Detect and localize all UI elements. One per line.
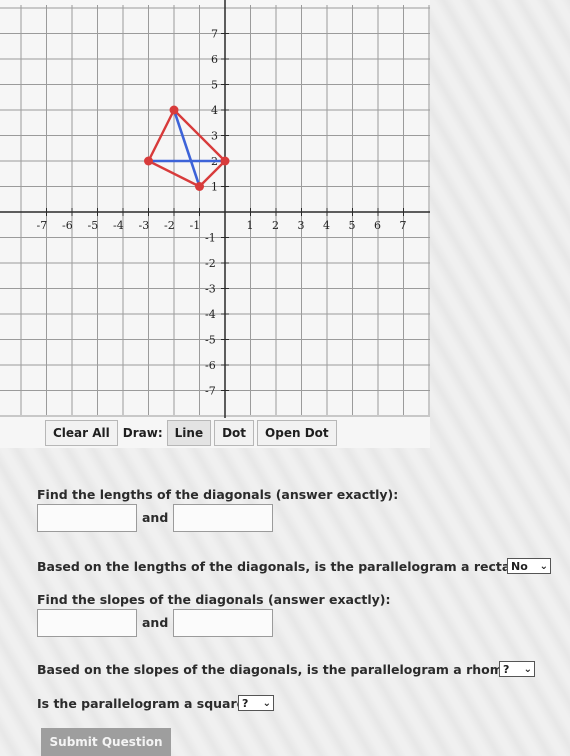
y-tick-label: 7: [211, 28, 218, 41]
y-tick-label: -6: [205, 359, 216, 372]
y-tick-label: -7: [205, 385, 216, 398]
x-tick-label: 7: [400, 219, 407, 232]
question-square: Is the parallelogram a square?: [37, 696, 253, 711]
x-tick-label: -7: [37, 219, 48, 232]
square-select[interactable]: ? ⌄: [238, 695, 274, 711]
x-tick-label: 5: [349, 219, 356, 232]
y-tick-label: 3: [211, 130, 218, 143]
draw-label: Draw:: [122, 426, 163, 440]
vertex-point: [220, 156, 230, 166]
graph-toolbar: Clear All Draw: Line Dot Open Dot: [45, 420, 340, 446]
x-tick-label: -3: [139, 219, 150, 232]
rectangle-select[interactable]: No ⌄: [507, 558, 551, 574]
question-rhombus: Based on the slopes of the diagonals, is…: [37, 662, 536, 677]
x-tick-label: 4: [323, 219, 330, 232]
y-tick-label: 5: [211, 79, 218, 92]
coordinate-graph[interactable]: -7-6-5-4-3-2-112345677654321-1-2-3-4-5-6…: [0, 0, 430, 420]
question-diagonal-lengths: Find the lengths of the diagonals (answe…: [37, 487, 399, 502]
diagonal-length-1-input[interactable]: [37, 504, 137, 532]
graph-panel: -7-6-5-4-3-2-112345677654321-1-2-3-4-5-6…: [0, 0, 430, 448]
y-tick-label: -5: [205, 334, 216, 347]
question-diagonal-slopes: Find the slopes of the diagonals (answer…: [37, 592, 391, 607]
chevron-down-icon: ⌄: [262, 698, 271, 709]
draw-dot-button[interactable]: Dot: [214, 420, 255, 446]
x-tick-label: -6: [62, 219, 73, 232]
clear-all-button[interactable]: Clear All: [45, 420, 118, 446]
chevron-down-icon: ⌄: [523, 664, 532, 675]
chevron-down-icon: ⌄: [539, 561, 548, 572]
x-tick-label: -2: [164, 219, 175, 232]
x-tick-label: 6: [374, 219, 381, 232]
question-rectangle: Based on the lengths of the diagonals, i…: [37, 559, 549, 574]
x-tick-label: 2: [272, 219, 279, 232]
x-tick-label: 3: [298, 219, 305, 232]
submit-question-button[interactable]: Submit Question: [41, 728, 171, 756]
x-tick-label: -4: [113, 219, 124, 232]
x-tick-label: 1: [247, 219, 254, 232]
rectangle-select-value: No: [511, 560, 528, 573]
rhombus-select[interactable]: ? ⌄: [499, 661, 535, 677]
vertex-point: [169, 105, 179, 115]
y-tick-label: -3: [205, 283, 216, 296]
vertex-point: [195, 182, 204, 191]
y-tick-label: 1: [211, 181, 218, 194]
diagonal-slope-2-input[interactable]: [173, 609, 273, 637]
x-tick-label: -1: [190, 219, 201, 232]
and-label-1: and: [142, 510, 169, 525]
x-tick-label: -5: [88, 219, 99, 232]
and-label-2: and: [142, 615, 169, 630]
y-tick-label: 4: [211, 104, 218, 117]
y-tick-label: -1: [205, 232, 216, 245]
draw-open-dot-button[interactable]: Open Dot: [257, 420, 337, 446]
square-select-value: ?: [242, 697, 249, 710]
y-tick-label: -4: [205, 308, 216, 321]
diagonal-slope-1-input[interactable]: [37, 609, 137, 637]
diagonal-length-2-input[interactable]: [173, 504, 273, 532]
draw-line-button[interactable]: Line: [166, 420, 212, 446]
rhombus-select-value: ?: [503, 663, 510, 676]
y-tick-label: -2: [205, 257, 216, 270]
y-tick-label: 6: [211, 53, 218, 66]
vertex-point: [144, 156, 153, 166]
